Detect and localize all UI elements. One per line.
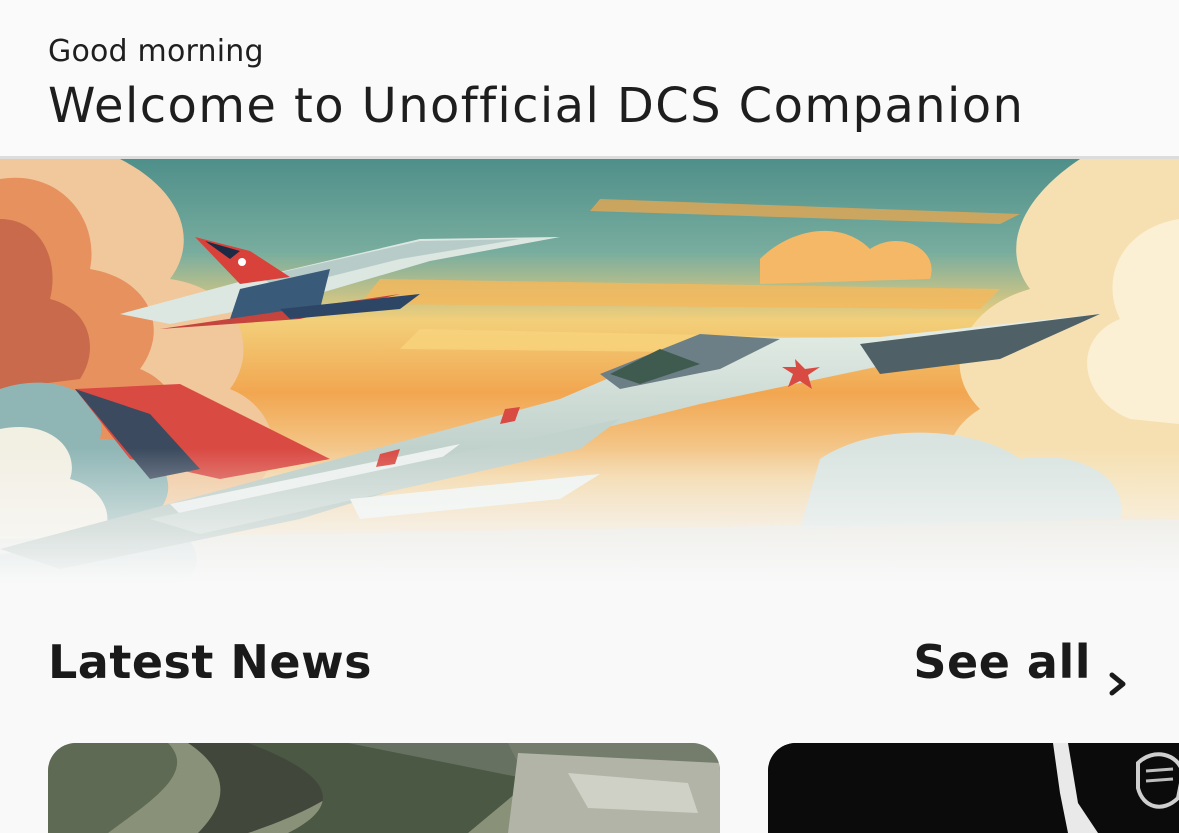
- greeting-text: Good morning: [48, 34, 264, 69]
- page-title: Welcome to Unofficial DCS Companion: [48, 78, 1025, 134]
- see-all-button[interactable]: See all: [913, 630, 1131, 696]
- jet-fighters-illustration-icon: [0, 159, 1179, 584]
- app-header: Good morning Welcome to Unofficial DCS C…: [0, 0, 1179, 159]
- cockpit-night-photo-icon: [768, 743, 1179, 833]
- camouflage-aircraft-photo-icon: [48, 743, 720, 833]
- chevron-right-icon: [1105, 649, 1131, 696]
- news-card[interactable]: [768, 743, 1179, 833]
- news-card[interactable]: [48, 743, 720, 833]
- hero-banner-image: [0, 159, 1179, 584]
- latest-news-heading: Latest News: [48, 635, 372, 689]
- see-all-label: See all: [913, 635, 1091, 689]
